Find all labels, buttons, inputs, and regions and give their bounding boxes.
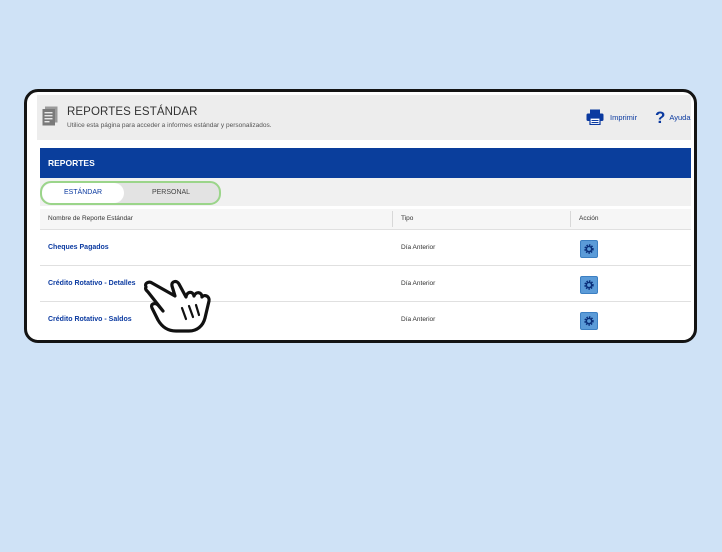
column-divider	[392, 211, 393, 227]
pointing-hand-icon	[143, 279, 211, 333]
report-type: Día Anterior	[401, 244, 436, 251]
column-header-type: Tipo	[401, 215, 414, 222]
gear-icon	[584, 316, 594, 326]
app-window: REPORTES ESTÁNDAR Utilice esta página pa…	[37, 95, 691, 340]
gear-button[interactable]	[580, 240, 598, 258]
gear-button[interactable]	[580, 312, 598, 330]
tab-group: ESTÁNDAR PERSONAL	[40, 181, 221, 205]
help-label: Ayuda	[669, 112, 691, 122]
report-document-icon	[42, 106, 58, 126]
column-header-name: Nombre de Reporte Estándar	[48, 215, 133, 222]
section-banner: REPORTES	[40, 148, 691, 178]
page-subtitle: Utilice esta página para acceder a infor…	[67, 122, 272, 129]
gear-button[interactable]	[580, 276, 598, 294]
print-button[interactable]: Imprimir	[586, 108, 637, 126]
help-question-icon: ?	[655, 107, 666, 127]
gear-icon	[584, 244, 594, 254]
report-type: Día Anterior	[401, 280, 436, 287]
print-label: Imprimir	[610, 112, 638, 122]
report-link[interactable]: Crédito Rotativo - Detalles	[48, 280, 136, 287]
report-link[interactable]: Crédito Rotativo - Saldos	[48, 316, 132, 323]
column-divider	[570, 211, 571, 227]
table-row: Cheques Pagados Día Anterior	[40, 229, 691, 266]
table-header: Nombre de Reporte Estándar Tipo Acción	[40, 209, 691, 229]
tab-personal[interactable]: PERSONAL	[128, 183, 214, 203]
printer-icon	[586, 109, 604, 125]
table-row: Crédito Rotativo - Saldos Día Anterior	[40, 301, 691, 338]
tab-estandar[interactable]: ESTÁNDAR	[42, 183, 124, 203]
report-link[interactable]: Cheques Pagados	[48, 244, 109, 251]
help-button[interactable]: ? Ayuda	[655, 107, 691, 127]
page-header: REPORTES ESTÁNDAR Utilice esta página pa…	[37, 95, 691, 140]
gear-icon	[584, 280, 594, 290]
table-row: Crédito Rotativo - Detalles Día Anterior	[40, 265, 691, 302]
page-title: REPORTES ESTÁNDAR	[67, 106, 198, 118]
section-title: REPORTES	[48, 158, 95, 168]
device-frame: REPORTES ESTÁNDAR Utilice esta página pa…	[24, 89, 697, 343]
column-header-action: Acción	[579, 215, 599, 222]
report-type: Día Anterior	[401, 316, 436, 323]
